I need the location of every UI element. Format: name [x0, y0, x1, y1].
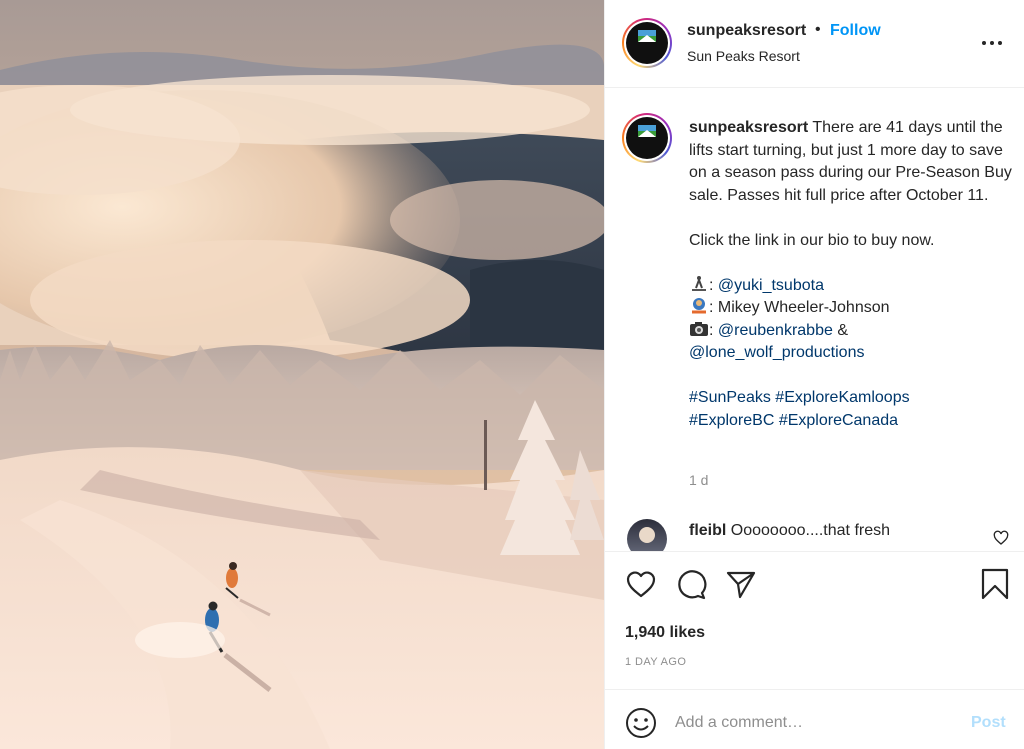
credit-line-3: : @reubenkrabbe &	[689, 320, 1019, 343]
comment-username[interactable]: fleibl	[689, 522, 726, 539]
follow-button[interactable]: Follow	[830, 22, 881, 40]
header-username[interactable]: sunpeaksresort	[687, 22, 806, 40]
comment-input[interactable]	[675, 708, 955, 738]
hashtag-link[interactable]: #SunPeaks	[689, 389, 771, 406]
caption-timestamp[interactable]: 1 d	[689, 472, 708, 488]
hashtag-link[interactable]: #ExploreKamloops	[775, 389, 909, 406]
credit-line-1: : @yuki_tsubota	[689, 275, 1019, 298]
bookmark-icon[interactable]	[979, 568, 1011, 600]
ski-resort-photo	[0, 0, 604, 749]
mention-link[interactable]: @lone_wolf_productions	[689, 344, 864, 361]
heart-icon[interactable]	[625, 568, 657, 600]
commenter-avatar[interactable]	[627, 519, 667, 551]
instagram-post: sunpeaksresort • Follow Sun Peaks Resort	[0, 0, 1024, 749]
post-button[interactable]: Post	[971, 714, 1006, 732]
comment-text: fleibl Oooooooo....that fresh	[689, 522, 891, 539]
sun-peaks-logo	[626, 117, 668, 159]
smiley-icon[interactable]	[625, 707, 657, 739]
comment-heart-icon[interactable]	[993, 530, 1009, 546]
post-photo[interactable]	[0, 0, 604, 749]
separator-dot: •	[815, 21, 821, 38]
camera-icon	[690, 321, 708, 336]
skier-icon	[692, 298, 706, 314]
snowboarder-icon	[692, 275, 706, 291]
post-header: sunpeaksresort • Follow Sun Peaks Resort	[605, 0, 1024, 88]
post-actions: 1,940 likes 1 DAY AGO	[605, 551, 1024, 689]
location-link[interactable]: Sun Peaks Resort	[687, 48, 800, 64]
avatar[interactable]	[622, 18, 672, 68]
mention-link[interactable]: @yuki_tsubota	[718, 277, 824, 294]
hashtag-link[interactable]: #ExploreBC	[689, 412, 774, 429]
caption-avatar[interactable]	[622, 113, 672, 163]
post-date[interactable]: 1 DAY AGO	[625, 656, 686, 668]
credit-line-2: : Mikey Wheeler-Johnson	[689, 297, 1019, 320]
caption-text: sunpeaksresort There are 41 days until t…	[689, 117, 1019, 432]
likes-count[interactable]: 1,940 likes	[625, 624, 705, 642]
sun-peaks-logo	[626, 22, 668, 64]
mention-link[interactable]: @reubenkrabbe	[718, 322, 833, 339]
paper-plane-icon[interactable]	[725, 568, 757, 600]
comment-bubble-icon[interactable]	[675, 568, 707, 600]
more-options-icon[interactable]	[980, 33, 1004, 53]
add-comment-bar: Post	[605, 689, 1024, 749]
hashtag-link[interactable]: #ExploreCanada	[779, 412, 898, 429]
comments-section[interactable]: sunpeaksresort There are 41 days until t…	[605, 89, 1024, 551]
caption-username[interactable]: sunpeaksresort	[689, 119, 808, 136]
post-side-panel: sunpeaksresort • Follow Sun Peaks Resort	[604, 0, 1024, 749]
caption-cta: Click the link in our bio to buy now.	[689, 231, 935, 249]
